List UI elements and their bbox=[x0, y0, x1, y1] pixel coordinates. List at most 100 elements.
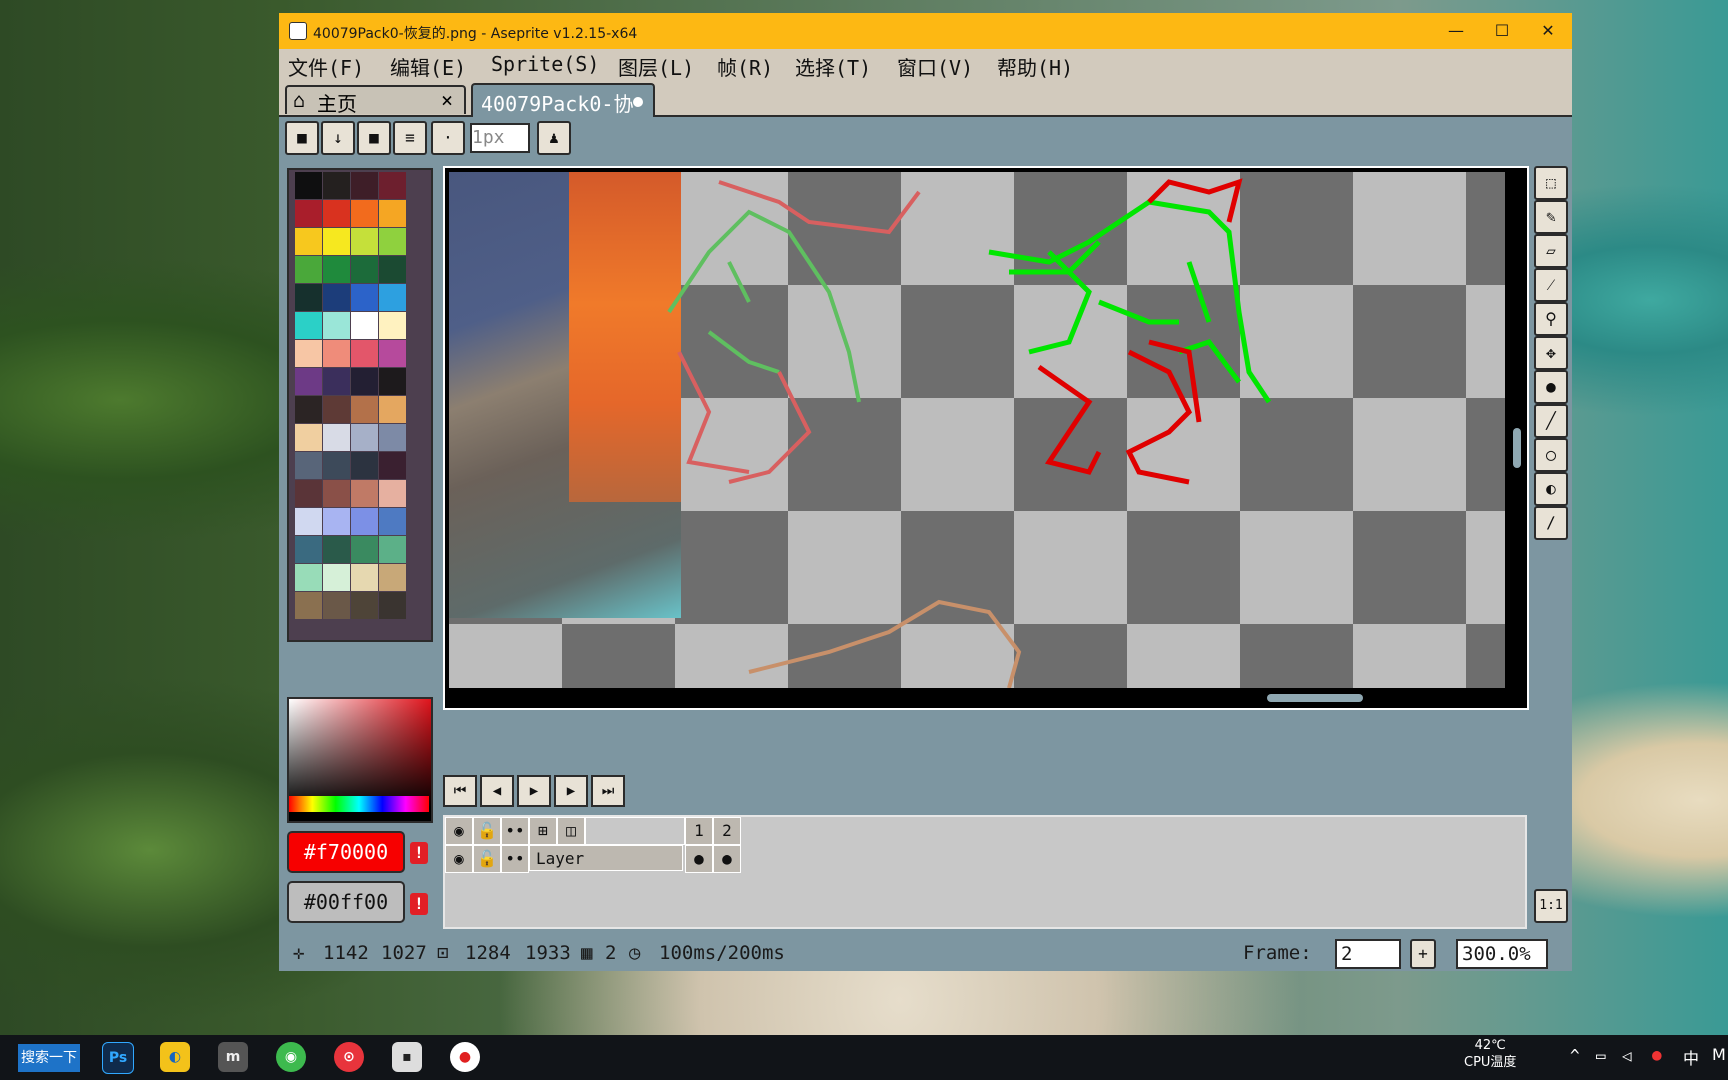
palette-swatch[interactable] bbox=[295, 424, 322, 451]
frame-1-header[interactable]: 1 bbox=[685, 817, 713, 845]
close-button[interactable]: ✕ bbox=[1525, 17, 1571, 45]
palette-swatch[interactable] bbox=[323, 200, 350, 227]
app-icon[interactable]: ◉ bbox=[276, 1042, 306, 1072]
tab-close-icon[interactable]: × bbox=[441, 88, 453, 112]
zoom-ratio-button[interactable]: 1:1 bbox=[1534, 889, 1568, 923]
palette-swatch[interactable] bbox=[295, 508, 322, 535]
palette-swatch[interactable] bbox=[295, 228, 322, 255]
warning-icon[interactable]: ! bbox=[410, 842, 428, 864]
palette-swatch[interactable] bbox=[379, 256, 406, 283]
ink-icon[interactable]: ♟ bbox=[537, 121, 571, 155]
menu-select[interactable]: 选择(T) bbox=[795, 52, 871, 81]
palette-swatch[interactable] bbox=[295, 172, 322, 199]
square-brush-icon[interactable]: ■ bbox=[357, 121, 391, 155]
palette-swatch[interactable] bbox=[323, 256, 350, 283]
fill-tool-icon[interactable]: ● bbox=[1534, 370, 1568, 404]
cel-frame-2[interactable]: ● bbox=[713, 845, 741, 873]
palette-swatch[interactable] bbox=[379, 564, 406, 591]
layer-name[interactable]: Layer bbox=[529, 845, 683, 871]
palette-swatch[interactable] bbox=[323, 312, 350, 339]
menu-help[interactable]: 帮助(H) bbox=[997, 52, 1073, 81]
frame-2-header[interactable]: 2 bbox=[713, 817, 741, 845]
palette-swatch[interactable] bbox=[323, 340, 350, 367]
visibility-icon[interactable]: ◉ bbox=[445, 845, 473, 873]
menu-file[interactable]: 文件(F) bbox=[288, 52, 364, 81]
tray-app-icon[interactable]: M bbox=[1712, 1045, 1726, 1064]
canvas-area[interactable] bbox=[449, 172, 1505, 688]
palette-swatch[interactable] bbox=[295, 312, 322, 339]
palette-swatch[interactable] bbox=[295, 368, 322, 395]
app-icon[interactable]: ◐ bbox=[160, 1042, 190, 1072]
zoom-tool-icon[interactable]: ⚲ bbox=[1534, 302, 1568, 336]
ellipse-tool-icon[interactable]: ◯ bbox=[1534, 438, 1568, 472]
palette-swatch[interactable] bbox=[351, 284, 378, 311]
palette-swatch[interactable] bbox=[323, 452, 350, 479]
previous-frame-icon[interactable]: ◀ bbox=[480, 775, 514, 807]
palette-swatch[interactable] bbox=[323, 592, 350, 619]
palette-swatch[interactable] bbox=[295, 200, 322, 227]
brush-dot-icon[interactable]: · bbox=[431, 121, 465, 155]
palette-swatch[interactable] bbox=[323, 564, 350, 591]
lock-icon[interactable]: ■ bbox=[285, 121, 319, 155]
palette-swatch[interactable] bbox=[351, 340, 378, 367]
palette-swatch[interactable] bbox=[323, 284, 350, 311]
palette-swatch[interactable] bbox=[295, 536, 322, 563]
visibility-icon[interactable]: ◉ bbox=[445, 817, 473, 845]
palette-swatch[interactable] bbox=[379, 508, 406, 535]
palette-swatch[interactable] bbox=[379, 312, 406, 339]
minimize-button[interactable]: — bbox=[1433, 17, 1479, 45]
palette-swatch[interactable] bbox=[379, 228, 406, 255]
pencil-tool-icon[interactable]: ✎ bbox=[1534, 200, 1568, 234]
palette-swatch[interactable] bbox=[323, 480, 350, 507]
volume-icon[interactable]: ◁ bbox=[1622, 1046, 1632, 1065]
marquee-tool-icon[interactable]: ⬚ bbox=[1534, 166, 1568, 200]
palette-swatch[interactable] bbox=[323, 424, 350, 451]
tab-document[interactable]: 40079Pack0-协 bbox=[471, 83, 655, 117]
brush-size-field[interactable]: 1px bbox=[470, 123, 530, 153]
record-icon[interactable]: ● bbox=[450, 1042, 480, 1072]
menu-window[interactable]: 窗口(V) bbox=[897, 52, 973, 81]
cel-frame-1[interactable]: ● bbox=[685, 845, 713, 873]
last-frame-icon[interactable]: ⏭ bbox=[591, 775, 625, 807]
palette-swatch[interactable] bbox=[379, 536, 406, 563]
arrow-down-icon[interactable]: ↓ bbox=[321, 121, 355, 155]
tray-chevron-icon[interactable]: ^ bbox=[1570, 1046, 1580, 1065]
palette-swatch[interactable] bbox=[295, 340, 322, 367]
blur-tool-icon[interactable]: ∕ bbox=[1534, 506, 1568, 540]
palette-swatch[interactable] bbox=[295, 452, 322, 479]
palette-swatch[interactable] bbox=[351, 424, 378, 451]
palette-swatch[interactable] bbox=[379, 424, 406, 451]
palette-swatch[interactable] bbox=[323, 172, 350, 199]
first-frame-icon[interactable]: ⏮ bbox=[443, 775, 477, 807]
menu-sprite[interactable]: Sprite(S) bbox=[491, 52, 599, 76]
palette-swatch[interactable] bbox=[351, 452, 378, 479]
palette-swatch[interactable] bbox=[351, 480, 378, 507]
warning-icon[interactable]: ! bbox=[410, 893, 428, 915]
aseprite-taskbar-icon[interactable]: ▪ bbox=[392, 1042, 422, 1072]
palette-swatch[interactable] bbox=[379, 592, 406, 619]
palette-swatch[interactable] bbox=[323, 368, 350, 395]
zoom-field[interactable]: 300.0% bbox=[1456, 939, 1548, 969]
app-icon[interactable]: ⊙ bbox=[334, 1042, 364, 1072]
contour-tool-icon[interactable]: ◐ bbox=[1534, 472, 1568, 506]
title-bar[interactable]: 40079Pack0-恢复的.png - Aseprite v1.2.15-x6… bbox=[279, 13, 1572, 49]
palette-swatch[interactable] bbox=[379, 172, 406, 199]
add-frame-button[interactable]: + bbox=[1410, 939, 1436, 969]
taskbar-search-button[interactable]: 搜索一下 bbox=[18, 1044, 80, 1072]
eraser-tool-icon[interactable]: ▱ bbox=[1534, 234, 1568, 268]
qq-icon[interactable]: ● bbox=[1652, 1045, 1662, 1064]
menu-layer[interactable]: 图层(L) bbox=[618, 52, 694, 81]
continuous-icon[interactable]: •• bbox=[501, 845, 529, 873]
palette-swatch[interactable] bbox=[323, 396, 350, 423]
palette-swatch[interactable] bbox=[379, 368, 406, 395]
lock-icon[interactable]: 🔓 bbox=[473, 817, 501, 845]
palette-swatch[interactable] bbox=[351, 228, 378, 255]
ime-indicator[interactable]: 中 bbox=[1683, 1045, 1699, 1069]
palette-swatch[interactable] bbox=[295, 256, 322, 283]
palette-swatch[interactable] bbox=[351, 564, 378, 591]
menu-frame[interactable]: 帧(R) bbox=[717, 52, 773, 81]
play-icon[interactable]: ▶ bbox=[517, 775, 551, 807]
app-icon[interactable]: m bbox=[218, 1042, 248, 1072]
palette-swatch[interactable] bbox=[295, 396, 322, 423]
photoshop-icon[interactable]: Ps bbox=[102, 1042, 134, 1074]
